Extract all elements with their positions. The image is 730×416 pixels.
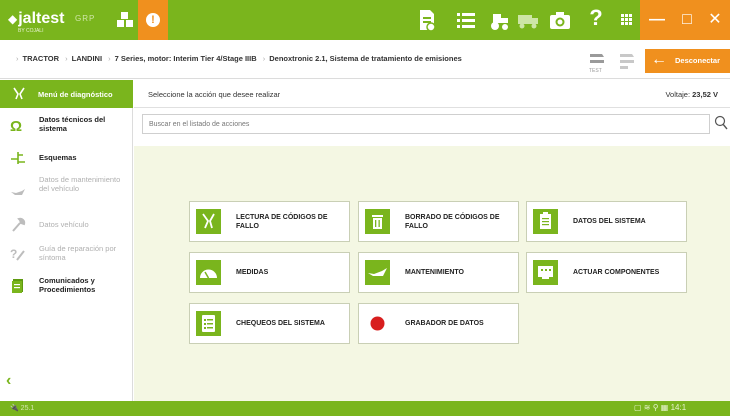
sidebar-item-repair-guide: ? Guía de reparación por síntoma bbox=[0, 242, 133, 266]
test-label: TEST bbox=[589, 68, 602, 74]
sidebar-item-label: Datos técnicos del sistema bbox=[39, 115, 106, 133]
action-label: MANTENIMIENTO bbox=[405, 269, 464, 276]
action-system-checks[interactable]: CHEQUEOS DEL SISTEMA bbox=[189, 303, 350, 344]
action-data-recorder[interactable]: GRABADOR DE DATOS bbox=[358, 303, 519, 344]
arrow-left-icon: ← bbox=[651, 51, 667, 68]
action-prompt: Seleccione la acción que desee realizar bbox=[148, 90, 281, 99]
sidebar-item-vehicle-data: Datos vehículo bbox=[0, 214, 133, 234]
breadcrumb: › TRACTOR › LANDINI › 7 Series, motor: Inte… bbox=[16, 54, 462, 63]
report-icon[interactable] bbox=[418, 8, 436, 32]
top-bar: ◆jaltest BY COJALI GRP ! ? — □ ✕ bbox=[0, 0, 730, 40]
sidebar-item-maintenance-data: Datos de mantenimiento del vehículo bbox=[0, 174, 133, 208]
action-label: MEDIDAS bbox=[236, 269, 269, 276]
tractor-icon[interactable] bbox=[488, 8, 510, 32]
wrench-icon bbox=[12, 217, 26, 232]
sidebar-item-label: Datos de mantenimiento del vehículo bbox=[39, 175, 121, 193]
actions-area: LECTURA DE CÓDIGOS DE FALLO BORRADO DE C… bbox=[134, 146, 730, 401]
diagnostic-icon bbox=[13, 87, 25, 100]
action-read-fault-codes[interactable]: LECTURA DE CÓDIGOS DE FALLO bbox=[189, 201, 350, 242]
breadcrumb-item[interactable]: LANDINI bbox=[72, 54, 102, 63]
svg-text:?: ? bbox=[10, 247, 17, 261]
sidebar-item-label: Datos vehículo bbox=[39, 220, 89, 229]
truck-icon[interactable] bbox=[516, 8, 540, 32]
clock: 14:1 bbox=[670, 403, 687, 412]
component-icon bbox=[533, 260, 558, 285]
documents-icon bbox=[12, 279, 23, 293]
gauge-icon bbox=[196, 260, 221, 285]
connector-icon[interactable] bbox=[616, 48, 638, 74]
sidebar-item-label: Comunicados y Procedimientos bbox=[39, 276, 96, 294]
grp-cubes-icon bbox=[117, 12, 133, 27]
action-system-data[interactable]: DATOS DEL SISTEMA bbox=[526, 201, 687, 242]
alert-icon: ! bbox=[146, 13, 160, 27]
breadcrumb-item[interactable]: 7 Series, motor: Interim Tier 4/Stage II… bbox=[115, 54, 257, 63]
breadcrumb-item: Denoxtronic 2.1, Sistema de tratamiento … bbox=[269, 54, 462, 63]
oil-can-icon bbox=[11, 189, 25, 195]
back-chevron-icon[interactable]: ‹ bbox=[6, 372, 22, 390]
minimize-button[interactable]: — bbox=[646, 10, 668, 30]
repair-guide-icon: ? bbox=[10, 247, 25, 261]
action-label: GRABADOR DE DATOS bbox=[405, 320, 484, 327]
sidebar-item-label: Guía de reparación por síntoma bbox=[39, 244, 117, 262]
sidebar-item-communications[interactable]: Comunicados y Procedimientos bbox=[0, 274, 133, 298]
close-button[interactable]: ✕ bbox=[704, 10, 726, 30]
action-label: DATOS DEL SISTEMA bbox=[573, 218, 646, 225]
status-tray: ▢ ≋ ⚲ ▦ 14:1 bbox=[634, 403, 687, 412]
sidebar-item-schematics[interactable]: Esquemas bbox=[0, 148, 133, 168]
sidebar: Menú de diagnóstico Ω Datos técnicos del… bbox=[0, 80, 133, 401]
action-label: BORRADO DE CÓDIGOS DE FALLO bbox=[405, 213, 500, 230]
action-actuate-components[interactable]: ACTUAR COMPONENTES bbox=[526, 252, 687, 293]
diagnostic-menu-label: Menú de diagnóstico bbox=[38, 90, 113, 99]
voltage-value: 23,52 V bbox=[692, 90, 718, 99]
action-label: CHEQUEOS DEL SISTEMA bbox=[236, 320, 325, 327]
sidebar-item-technical-data[interactable]: Ω Datos técnicos del sistema bbox=[0, 113, 133, 139]
action-maintenance[interactable]: MANTENIMIENTO bbox=[358, 252, 519, 293]
search-icon[interactable] bbox=[714, 115, 728, 131]
oil-can-icon bbox=[365, 260, 390, 285]
camera-icon[interactable] bbox=[548, 8, 572, 32]
grp-label: GRP bbox=[75, 14, 96, 23]
checklist-icon bbox=[196, 311, 221, 336]
trash-icon bbox=[365, 209, 390, 234]
jaltest-logo: ◆jaltest bbox=[8, 10, 65, 27]
apps-grid-button[interactable] bbox=[612, 0, 640, 40]
diagnostic-menu-header[interactable]: Menú de diagnóstico bbox=[0, 80, 133, 108]
action-label: LECTURA DE CÓDIGOS DE FALLO bbox=[236, 213, 328, 230]
test-connector-icon[interactable]: TEST bbox=[586, 48, 608, 74]
breadcrumb-item[interactable]: TRACTOR bbox=[23, 54, 60, 63]
alert-button[interactable]: ! bbox=[138, 0, 168, 40]
status-version: 🔌 25.1 bbox=[10, 405, 35, 412]
status-bar: 🔌 25.1 ▢ ≋ ⚲ ▦ 14:1 bbox=[0, 401, 730, 416]
list-icon[interactable] bbox=[456, 8, 476, 32]
main-panel: Seleccione la acción que desee realizar … bbox=[134, 80, 730, 401]
action-measurements[interactable]: MEDIDAS bbox=[189, 252, 350, 293]
sidebar-item-label: Esquemas bbox=[39, 153, 77, 162]
action-label: ACTUAR COMPONENTES bbox=[573, 269, 660, 276]
record-icon bbox=[370, 316, 385, 331]
maximize-button[interactable]: □ bbox=[676, 10, 698, 30]
schematic-icon bbox=[11, 152, 25, 164]
logo-subtext: BY COJALI bbox=[18, 28, 44, 34]
disconnect-button[interactable]: ← Desconectar bbox=[645, 49, 730, 73]
help-icon[interactable]: ? bbox=[585, 7, 607, 29]
clipboard-icon bbox=[533, 209, 558, 234]
window-controls: — □ ✕ bbox=[640, 0, 730, 40]
voltage-readout: Voltaje: 23,52 V bbox=[665, 90, 718, 99]
fault-read-icon bbox=[196, 209, 221, 234]
main-header: Seleccione la acción que desee realizar … bbox=[134, 80, 730, 108]
search-input[interactable]: Buscar en el listado de acciones bbox=[142, 114, 710, 134]
action-clear-fault-codes[interactable]: BORRADO DE CÓDIGOS DE FALLO bbox=[358, 201, 519, 242]
omega-icon: Ω bbox=[10, 118, 23, 135]
disconnect-label: Desconectar bbox=[675, 56, 721, 65]
search-placeholder: Buscar en el listado de acciones bbox=[149, 121, 250, 128]
